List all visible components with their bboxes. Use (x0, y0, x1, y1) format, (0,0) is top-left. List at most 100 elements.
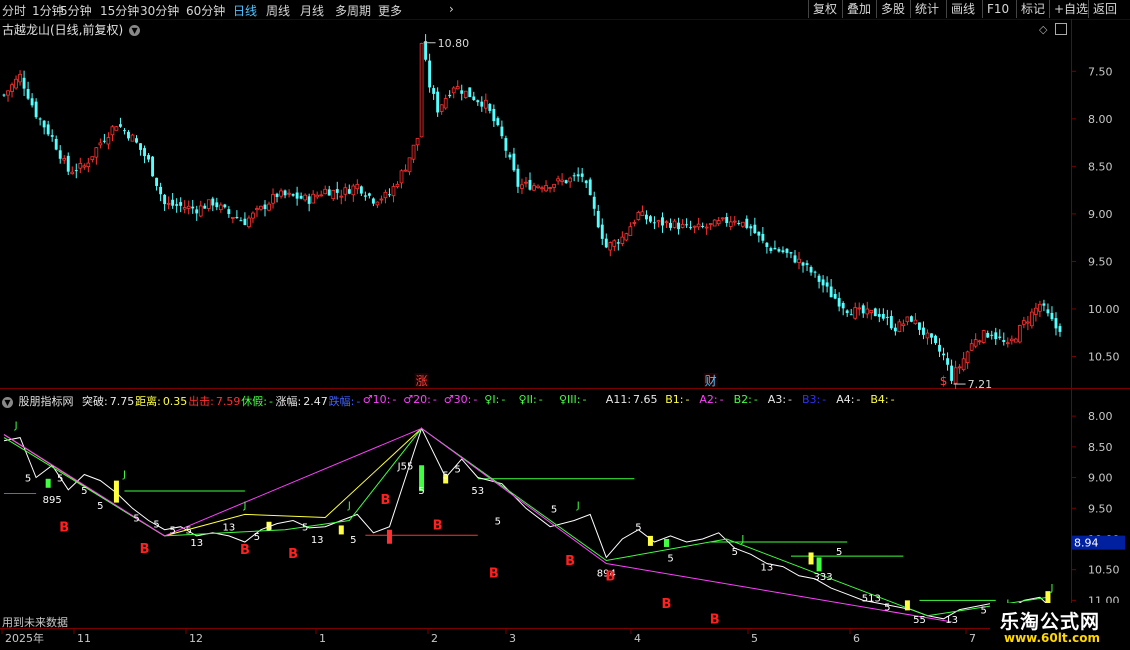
candle-body (584, 180, 588, 184)
indicator-item-label: ♂30: (443, 393, 472, 406)
candle-body (339, 195, 344, 198)
candle-body (720, 217, 725, 220)
candle-body (227, 209, 231, 215)
candle-body (1046, 309, 1050, 314)
indicator-item: A3: - (768, 393, 792, 406)
candle-body (175, 204, 179, 206)
candle-body (889, 316, 893, 329)
candle-body (849, 314, 853, 316)
signal-marker: 53 (471, 486, 484, 497)
candle-body (556, 178, 560, 182)
candle-body (536, 185, 540, 188)
candle-body (179, 202, 183, 206)
indicator-item-value: 0.35 (162, 395, 188, 408)
signal-marker: 13 (222, 523, 235, 534)
candle-body (283, 190, 287, 196)
zigzag-series-line (3, 427, 1048, 617)
indicator-item-value: - (538, 393, 543, 406)
candle-body (841, 302, 845, 309)
candle-body (42, 120, 46, 128)
candle-body (191, 206, 195, 209)
candle-body (817, 275, 821, 282)
candle-body (448, 94, 452, 97)
candle-body (600, 224, 604, 239)
candle-body (649, 216, 652, 222)
candle-body (460, 90, 464, 94)
candle-body (909, 316, 913, 322)
indicator-item-label: 距离: (135, 395, 161, 408)
candle-body (809, 267, 813, 273)
indicator-item-label: A4: (836, 393, 855, 406)
candle-body (70, 171, 75, 175)
candle-body (159, 186, 163, 195)
signal-block (45, 478, 51, 488)
candle-body (504, 138, 508, 151)
zigzag-series-line (3, 427, 1057, 620)
candle-body (206, 199, 211, 209)
signal-marker: 5 (97, 501, 103, 512)
x-tick-label: 12 (189, 632, 203, 645)
high-price-label: 10.80 (438, 37, 470, 50)
candle-body (315, 194, 320, 198)
candle-body (769, 248, 773, 251)
candle-body (604, 238, 608, 248)
candle-body (837, 298, 841, 307)
candle-body (151, 156, 155, 177)
candle-body (677, 222, 680, 230)
chevron-down-icon[interactable]: ▼ (2, 396, 13, 408)
signal-marker: 13 (945, 615, 958, 626)
buy-signal-label: B (662, 597, 672, 612)
candle-body (632, 222, 637, 224)
candle-body (749, 226, 753, 229)
indicator-item-label: A3: (767, 393, 787, 406)
candle-body (455, 86, 460, 90)
candle-body (712, 219, 717, 227)
candle-body (620, 236, 625, 244)
signal-j-label: J (14, 420, 18, 431)
candle-body (661, 217, 664, 226)
candle-body (520, 184, 524, 189)
candle-body (436, 91, 440, 113)
y-tick-label: 8.00 (1088, 113, 1113, 126)
buy-signal-label: B (140, 542, 150, 557)
candle-body (439, 104, 444, 112)
candle-body (496, 118, 500, 126)
candle-body (379, 198, 384, 201)
candle-body (166, 202, 171, 205)
candle-body (267, 203, 271, 211)
candle-body (934, 335, 937, 344)
candle-body (825, 282, 829, 287)
candle-body (371, 198, 375, 204)
indicator-item: B3: - (802, 393, 826, 406)
event-mark: 涨 (416, 373, 428, 388)
candle-body (1013, 338, 1018, 343)
candle-body (395, 183, 400, 188)
chart-canvas[interactable]: 10.5010.009.509.008.508.007.5011.0010.50… (0, 0, 1130, 650)
candle-body (708, 223, 713, 225)
candle-body (616, 242, 620, 244)
signal-marker: 5 (25, 474, 31, 485)
candle-body (644, 214, 648, 220)
candle-body (540, 187, 544, 190)
x-tick-label: 11 (77, 632, 91, 645)
candle-body (728, 221, 733, 227)
candle-body (50, 135, 54, 137)
candle-body (765, 242, 769, 247)
candle-body (918, 322, 921, 330)
indicator-item-label: B2: (733, 393, 752, 406)
candle-body (223, 204, 227, 208)
candle-body (403, 169, 408, 172)
signal-marker: 13 (311, 535, 324, 546)
candle-body (383, 191, 388, 199)
candle-body (930, 333, 933, 338)
indicator-item-value: - (582, 393, 587, 406)
indicator-item-value: - (356, 395, 361, 408)
candle-body (777, 249, 781, 252)
x-tick-label: 2 (431, 632, 438, 645)
buy-signal-label: B (240, 543, 250, 558)
candle-body (580, 173, 584, 177)
candle-body (1050, 312, 1054, 320)
signal-marker: 5 (495, 517, 501, 528)
candle-body (981, 330, 986, 343)
indicator-name[interactable]: 股朋指标网 (19, 395, 74, 408)
